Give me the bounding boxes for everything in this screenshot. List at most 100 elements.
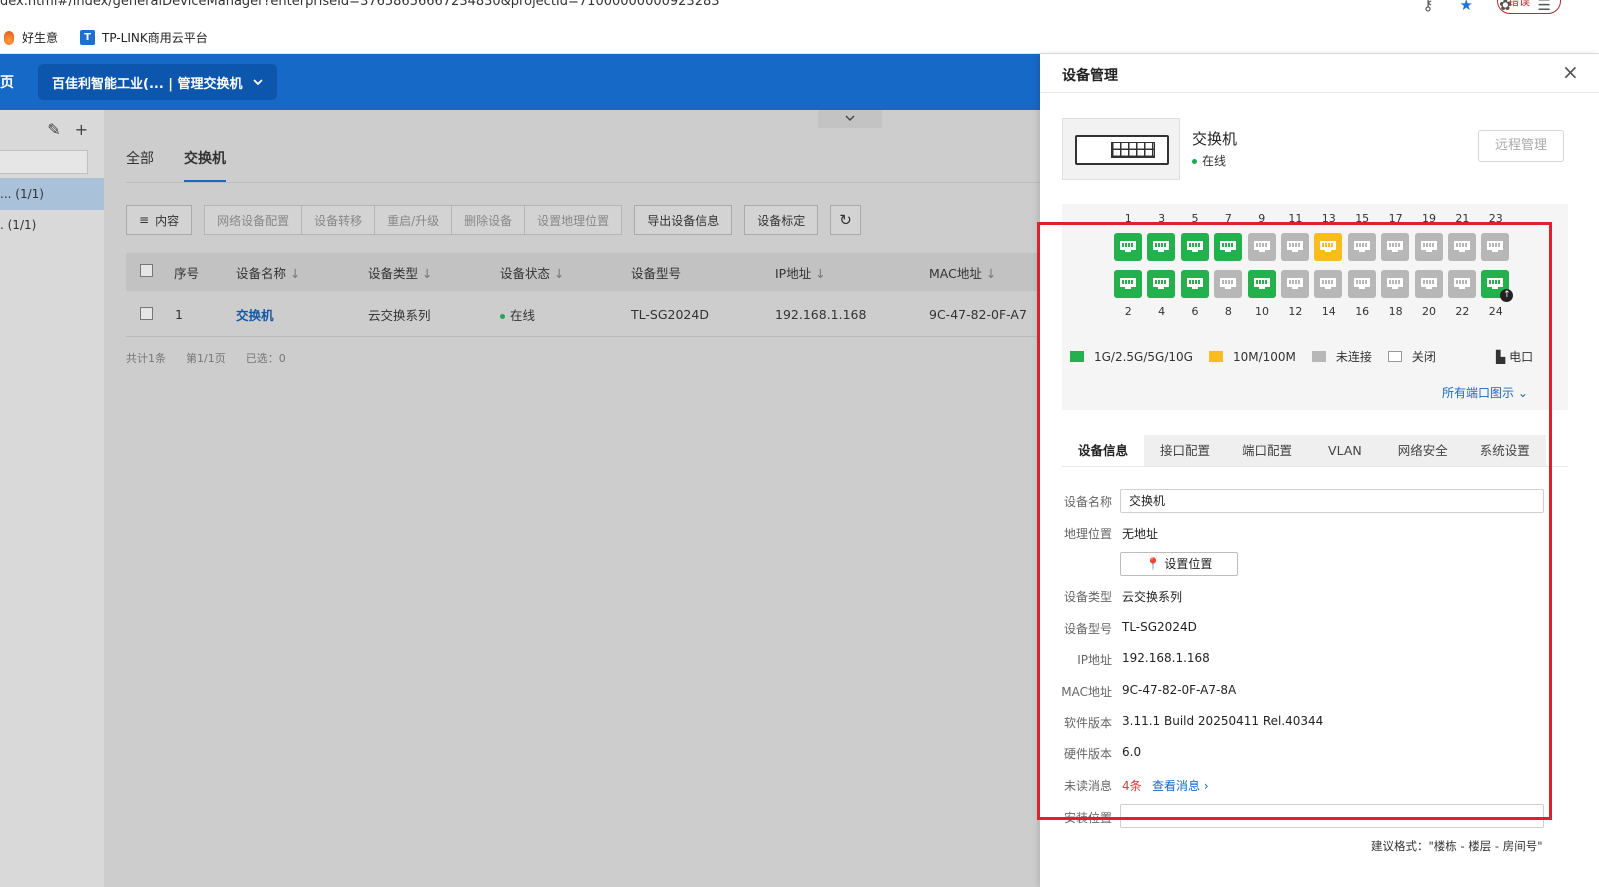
star-icon[interactable]: ★: [1460, 0, 1473, 14]
content-button[interactable]: ≡ 内容: [126, 205, 193, 235]
bookmark-tplink-cloud[interactable]: T TP-LINK商用云平台: [80, 29, 208, 46]
top-port-number: 17: [1388, 212, 1403, 225]
legend-label: 关闭: [1411, 350, 1436, 364]
switch-port-9[interactable]: [1247, 233, 1276, 261]
row-device-status: 在线: [500, 305, 535, 324]
col-label: 设备类型: [368, 265, 419, 281]
device-name-input[interactable]: 交换机: [1120, 489, 1544, 513]
switch-port-5[interactable]: [1180, 233, 1209, 261]
bottom-port-number: 16: [1355, 305, 1370, 318]
bottom-port-number: 24: [1488, 305, 1503, 318]
row-ip: 192.168.1.168: [775, 307, 867, 322]
switch-port-15[interactable]: [1347, 233, 1376, 261]
all-ports-toggle[interactable]: 所有端口图示 ⌄: [1442, 384, 1528, 401]
switch-port-18[interactable]: [1381, 270, 1410, 298]
refresh-button[interactable]: ↻: [830, 205, 861, 235]
export-device-info-button[interactable]: 导出设备信息: [634, 205, 733, 235]
tab-port-config[interactable]: 端口配置: [1226, 435, 1308, 467]
tab-vlan[interactable]: VLAN: [1308, 435, 1382, 467]
bookmark-haoshengyi[interactable]: 好生意: [0, 29, 58, 46]
switch-port-14[interactable]: [1314, 270, 1343, 298]
field-label: MAC地址: [1061, 685, 1112, 699]
total-count: 共计1条: [126, 352, 166, 365]
switch-port-11[interactable]: [1281, 233, 1309, 261]
switch-port-19[interactable]: [1414, 233, 1443, 261]
switch-port-10[interactable]: [1247, 270, 1276, 298]
home-nav[interactable]: 页: [0, 72, 14, 92]
tab-all[interactable]: 全部: [126, 148, 154, 182]
tab-system-settings[interactable]: 系统设置: [1464, 435, 1546, 467]
switch-port-22[interactable]: [1448, 270, 1476, 298]
top-port-number: 11: [1288, 212, 1303, 225]
account-error-button[interactable]: 错误: [1497, 0, 1561, 14]
col-ip[interactable]: IP地址 ↓: [775, 263, 826, 282]
edit-icon[interactable]: ✎: [47, 120, 60, 139]
col-device-name[interactable]: 设备名称 ↓: [236, 263, 300, 282]
device-name-link[interactable]: 交换机: [236, 305, 274, 324]
browser-url-bar[interactable]: dex.html#/index/generalDeviceManager?ent…: [0, 0, 1599, 22]
chevron-right-icon: ›: [1203, 779, 1209, 793]
project-selector[interactable]: 百佳利智能工业(... | 管理交换机: [38, 64, 277, 100]
bookmarks-bar: 好生意 T TP-LINK商用云平台: [0, 22, 1599, 54]
tab-device-info[interactable]: 设备信息: [1062, 435, 1145, 467]
row-checkbox[interactable]: [140, 306, 153, 323]
switch-port-16[interactable]: [1347, 270, 1376, 298]
switch-port-13[interactable]: [1314, 233, 1343, 261]
legend-label: 电口: [1509, 350, 1534, 364]
map-pin-icon: 📍: [1145, 557, 1161, 571]
switch-port-12[interactable]: [1281, 270, 1309, 298]
table-row[interactable]: 1 交换机 云交换系列 在线 TL-SG2024D 192.168.1.168 …: [126, 293, 1040, 337]
col-mac[interactable]: MAC地址 ↓: [929, 263, 996, 282]
device-title: 交换机: [1192, 130, 1238, 148]
tab-network-security[interactable]: 网络安全: [1382, 435, 1464, 467]
legend-label: 10M/100M: [1232, 349, 1296, 364]
set-geo-location-button[interactable]: 设置地理位置: [525, 205, 623, 235]
network-config-button[interactable]: 网络设备配置: [204, 205, 303, 235]
switch-port-17[interactable]: [1381, 233, 1410, 261]
set-location-button[interactable]: 📍 设置位置: [1120, 552, 1238, 576]
group-search-input[interactable]: [0, 150, 88, 174]
switch-port-6[interactable]: [1180, 270, 1209, 298]
uplink-arrow-icon: ↑: [1500, 289, 1514, 302]
remote-manage-button[interactable]: 远程管理: [1478, 130, 1564, 162]
delete-device-button[interactable]: 删除设备: [452, 205, 526, 235]
device-calibrate-button[interactable]: 设备标定: [744, 205, 819, 235]
close-icon[interactable]: ×: [1562, 60, 1579, 84]
col-device-status[interactable]: 设备状态 ↓: [500, 263, 564, 282]
sidebar-group-item[interactable]: ... (1/1): [0, 178, 104, 210]
switch-port-24[interactable]: ↑: [1481, 270, 1514, 302]
key-icon[interactable]: ⚷: [1423, 0, 1434, 14]
tab-interface-config[interactable]: 接口配置: [1144, 435, 1226, 467]
switch-port-7[interactable]: [1214, 233, 1243, 261]
chevron-down-icon: [845, 115, 855, 121]
field-label: 未读消息: [1063, 779, 1112, 793]
install-location-input[interactable]: [1120, 804, 1544, 828]
select-all-checkbox[interactable]: [140, 264, 153, 280]
device-type-tabs: 全部 交换机: [126, 148, 226, 182]
all-ports-label: 所有端口图示: [1442, 386, 1515, 400]
collapse-toggle[interactable]: [818, 110, 882, 128]
add-icon[interactable]: +: [75, 120, 88, 139]
switch-port-21[interactable]: [1448, 233, 1476, 261]
switch-port-20[interactable]: [1414, 270, 1443, 298]
field-label: 地理位置: [1063, 527, 1112, 541]
transfer-button[interactable]: 设备转移: [302, 205, 376, 235]
reboot-upgrade-button[interactable]: 重启/升级: [375, 205, 453, 235]
sidebar-group-item[interactable]: . (1/1): [0, 209, 104, 241]
col-device-type[interactable]: 设备类型 ↓: [368, 263, 432, 282]
tab-switch[interactable]: 交换机: [184, 148, 226, 182]
switch-port-4[interactable]: [1147, 270, 1176, 298]
switch-port-2[interactable]: [1114, 270, 1142, 298]
switch-port-3[interactable]: [1147, 233, 1176, 261]
device-thumbnail: [1062, 118, 1180, 180]
view-messages-link[interactable]: 查看消息 ›: [1152, 777, 1209, 794]
bottom-port-number: 22: [1455, 305, 1470, 318]
bottom-port-number: 2: [1124, 305, 1132, 318]
ethernet-port-icon: ▙: [1496, 350, 1506, 364]
switch-port-8[interactable]: [1214, 270, 1243, 298]
project-name: 百佳利智能工业(... | 管理交换机: [52, 76, 243, 92]
url-text[interactable]: dex.html#/index/generalDeviceManager?ent…: [0, 0, 720, 9]
switch-port-23[interactable]: [1481, 233, 1510, 261]
switch-port-1[interactable]: [1114, 233, 1142, 261]
bottom-port-number: 6: [1191, 305, 1199, 318]
